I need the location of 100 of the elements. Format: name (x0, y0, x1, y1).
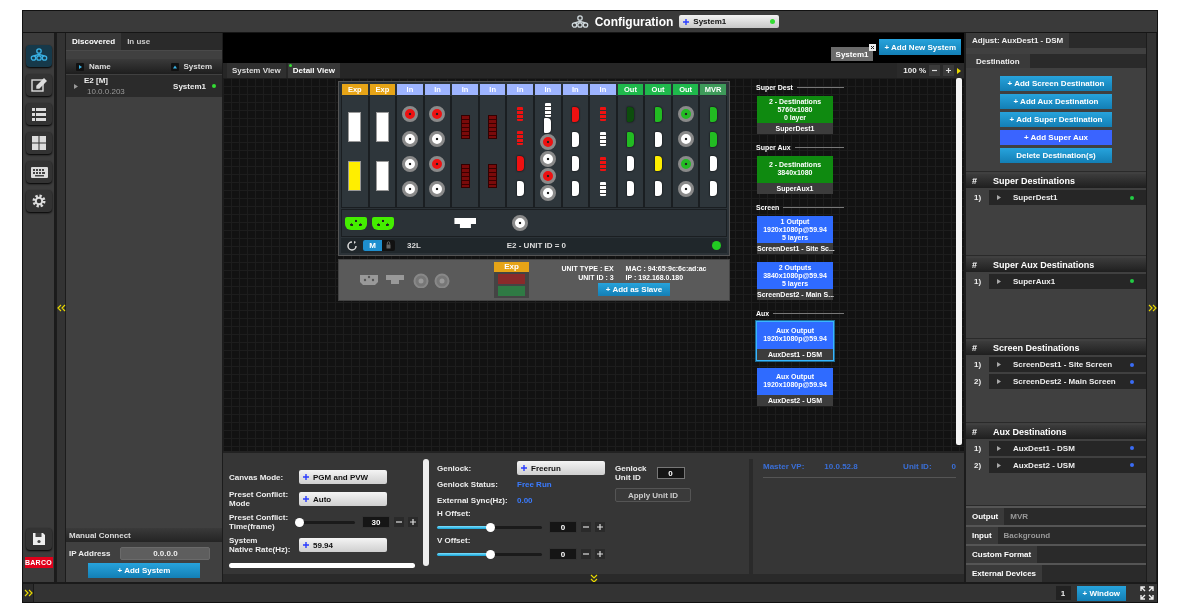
edit-icon (29, 76, 48, 94)
ip-address-field[interactable]: 0.0.0.0 (120, 547, 211, 560)
expand-triangle-icon[interactable] (997, 462, 1001, 468)
slider-thumb[interactable] (485, 522, 495, 532)
rail-button[interactable] (25, 103, 52, 125)
list-item[interactable]: AuxDest1 - DSM (989, 440, 1146, 456)
apply-unit-id-button[interactable]: Apply Unit ID (615, 488, 691, 502)
tab[interactable]: Custom Format (966, 546, 1038, 563)
tab[interactable]: External Devices (966, 565, 1043, 582)
refresh-icon[interactable] (347, 240, 357, 251)
field-value: 10.0.52.8 (824, 462, 858, 471)
sort-icon[interactable] (76, 62, 84, 71)
ip-address: 10.0.0.203 (86, 87, 126, 96)
expand-icon[interactable] (1146, 304, 1157, 312)
action-button[interactable]: + Add Screen Destination (1000, 76, 1112, 92)
expand-icon[interactable] (957, 67, 961, 74)
plus-button[interactable] (595, 549, 605, 559)
list-item[interactable]: ScreenDest2 - Main Screen (989, 374, 1146, 390)
save-button[interactable] (25, 528, 52, 550)
list-item[interactable]: ScreenDest1 - Site Screen (989, 357, 1146, 373)
add-system-button[interactable]: + Add System (88, 563, 200, 578)
tab[interactable]: Output (966, 508, 1005, 525)
format-label: 32L (407, 241, 421, 250)
plus-icon (303, 542, 309, 548)
status-value: 0.00 (517, 495, 533, 505)
slider-thumb[interactable] (485, 549, 495, 559)
expand-triangle-icon[interactable] (997, 278, 1001, 284)
zoom-level: 100 % (903, 66, 926, 75)
action-button[interactable]: Delete Destination(s) (1000, 148, 1112, 164)
row-number: 2) (972, 460, 983, 470)
slider[interactable] (437, 525, 542, 529)
zoom-out-button[interactable] (929, 65, 940, 76)
item-name: SuperAux1 (1013, 276, 1057, 286)
field-label: Preset Conflict: Time(frame) (229, 513, 290, 531)
action-button[interactable]: + Add Aux Destination (1000, 94, 1112, 110)
close-icon[interactable] (869, 44, 877, 51)
item-name: ScreenDest2 - Main Screen (1013, 377, 1117, 387)
action-button[interactable]: + Add Super Aux (1000, 130, 1112, 146)
minus-button[interactable] (581, 522, 591, 532)
dropdown[interactable]: PGM and PVW (299, 470, 387, 484)
expand-triangle-icon[interactable] (997, 379, 1001, 385)
tab[interactable]: Detail View (287, 63, 340, 78)
tab[interactable]: Input (966, 527, 998, 544)
expand-triangle-icon[interactable] (997, 362, 1001, 368)
value-field[interactable]: 30 (362, 516, 390, 528)
add-new-system-button[interactable]: + Add New System (879, 39, 961, 55)
slider[interactable] (437, 552, 542, 556)
device-name: E2 [M] (84, 76, 109, 85)
plus-button[interactable] (595, 522, 605, 532)
expand-triangle-icon[interactable] (74, 83, 78, 89)
column-heading: Name (89, 62, 112, 71)
rail-button[interactable] (25, 190, 52, 212)
plus-icon (303, 496, 309, 502)
expand-icon[interactable] (23, 589, 33, 597)
item-name: AuxDest1 - DSM (1013, 443, 1076, 453)
plus-button[interactable] (408, 517, 418, 527)
field-label: Genlock Status: (437, 479, 499, 489)
mode-toggle[interactable]: M (363, 240, 395, 251)
sort-icon[interactable] (170, 62, 179, 71)
fullscreen-icon[interactable] (1140, 586, 1154, 600)
add-window-button[interactable]: + Window (1076, 585, 1126, 601)
list-item[interactable]: AuxDest2 - USM (989, 457, 1146, 473)
field-label: Genlock: (437, 463, 473, 473)
unit-id-field[interactable]: 0 (656, 467, 685, 479)
grid-icon (29, 134, 48, 152)
tab[interactable]: Destination (966, 53, 1030, 69)
row-number: 2) (972, 377, 983, 387)
rail-button[interactable] (25, 74, 52, 96)
add-as-slave-button[interactable]: + Add as Slave (598, 282, 670, 296)
system-row[interactable]: E2 [M] 10.0.0.203 System1 (66, 75, 222, 97)
collapse-icon[interactable] (56, 304, 66, 312)
tab[interactable]: Adjust: AuxDest1 - DSM (966, 33, 1070, 48)
field-label: IP Address (69, 549, 111, 558)
list-item[interactable]: SuperAux1 (989, 273, 1146, 289)
expand-triangle-icon[interactable] (997, 445, 1001, 451)
item-name: SuperDest1 (1013, 193, 1059, 203)
expand-triangle-icon[interactable] (997, 195, 1001, 201)
minus-button[interactable] (394, 517, 404, 527)
zoom-in-button[interactable] (943, 65, 954, 76)
tab[interactable]: Discovered (66, 33, 122, 50)
rail-button[interactable] (25, 161, 52, 183)
field-value: 0 (951, 462, 956, 471)
page-number-field[interactable]: 1 (1055, 586, 1071, 600)
action-button[interactable]: + Add Super Destination (1000, 112, 1112, 128)
system-tab[interactable]: System1 (830, 47, 874, 61)
value-field[interactable]: 0 (549, 548, 577, 560)
tab[interactable]: System View (227, 63, 286, 78)
minus-button[interactable] (581, 549, 591, 559)
value-field[interactable]: 0 (549, 521, 577, 533)
column-heading: # (972, 343, 977, 354)
row-number: 1) (972, 276, 983, 286)
dropdown[interactable]: Freerun (517, 461, 605, 475)
field-label: Genlock Unit ID (615, 464, 647, 482)
rail-button[interactable] (25, 45, 52, 67)
dropdown[interactable]: 59.94 (299, 538, 387, 552)
system-dropdown[interactable]: System1 (679, 15, 780, 28)
dropdown[interactable]: Auto (299, 492, 387, 506)
rail-button[interactable] (25, 132, 52, 154)
list-item[interactable]: SuperDest1 (989, 190, 1146, 206)
slider-thumb[interactable] (295, 517, 304, 527)
